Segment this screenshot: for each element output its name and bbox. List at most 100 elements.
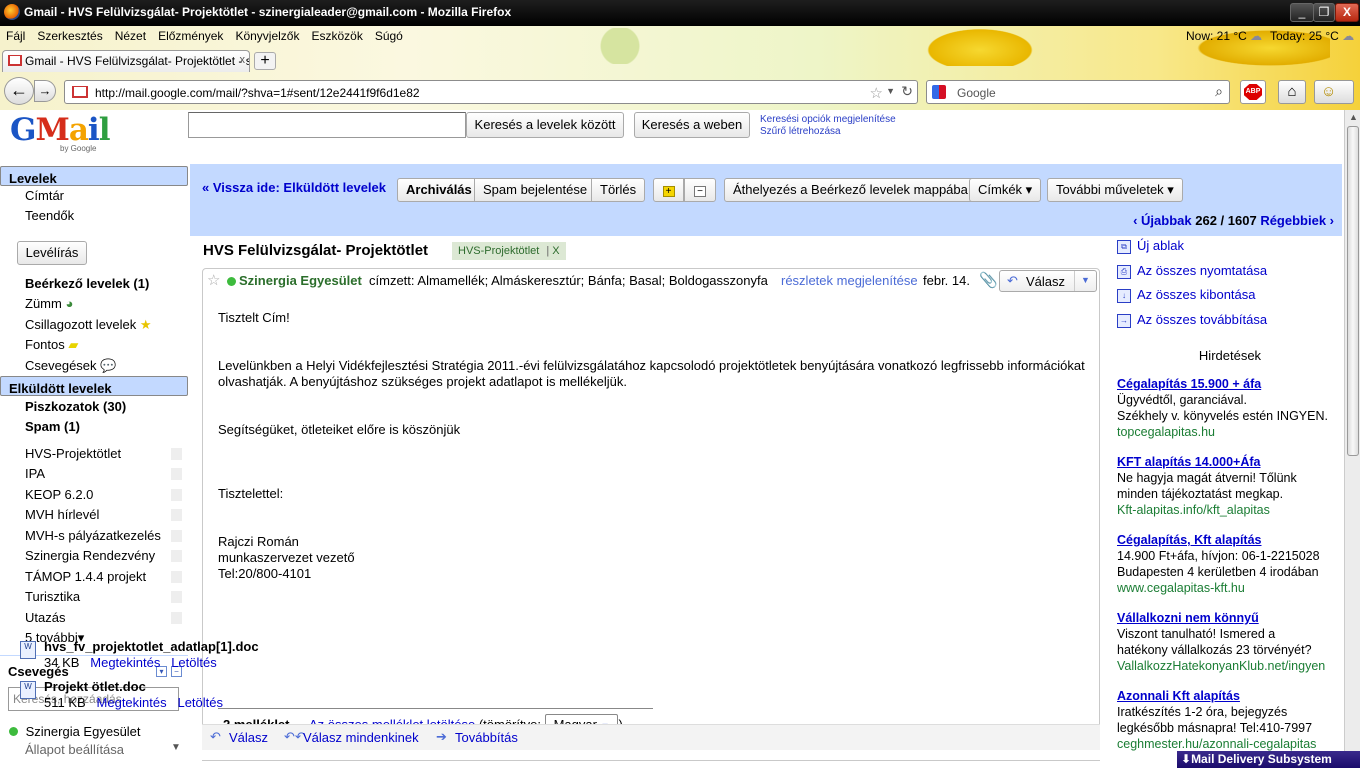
scroll-up-icon[interactable]: ▲ [1349, 112, 1358, 122]
sender-name[interactable]: Szinergia Egyesület [239, 273, 362, 288]
label-color-swatch[interactable] [171, 468, 182, 480]
folder-buzz[interactable]: Zümm ◕ [0, 294, 188, 314]
show-details-link[interactable]: részletek megjelenítése [781, 273, 918, 288]
compose-button[interactable]: Levélírás [17, 241, 87, 265]
forward-all-link[interactable]: Az összes továbbítása [1137, 312, 1267, 327]
tab-gmail[interactable]: Gmail - HVS Felülvizsgálat- Projektötlet… [2, 50, 250, 72]
ad-item[interactable]: Cégalapítás, Kft alapítás 14.900 Ft+áfa,… [1117, 532, 1343, 596]
ad-item[interactable]: Azonnali Kft alapítás Iratkészítés 1-2 ó… [1117, 688, 1343, 752]
reply-dropdown-icon[interactable]: ▼ [1081, 275, 1090, 285]
label-keop[interactable]: KEOP 6.2.0 [0, 485, 188, 505]
label-remove-icon[interactable]: X [552, 245, 559, 257]
menu-file[interactable]: Fájl [0, 28, 31, 46]
chat-contact[interactable]: Szinergia Egyesület [9, 724, 141, 739]
ad-item[interactable]: KFT alapítás 14.000+Áfa Ne hagyja magát … [1117, 454, 1343, 518]
create-filter-link[interactable]: Szűrő létrehozása [760, 126, 896, 138]
label-szinergia-rendezveny[interactable]: Szinergia Rendezvény [0, 546, 188, 566]
bookmark-star-icon[interactable]: ☆ [870, 84, 883, 102]
footer-reply-link[interactable]: Válasz [229, 730, 268, 745]
search-mail-button[interactable]: Keresés a levelek között [466, 112, 624, 138]
label-color-swatch[interactable] [171, 530, 182, 542]
ad-title[interactable]: KFT alapítás 14.000+Áfa [1117, 454, 1343, 470]
search-icon[interactable]: ⌕ [1215, 83, 1223, 100]
new-window-link[interactable]: Új ablak [1137, 238, 1184, 253]
ad-item[interactable]: Cégalapítás 15.900 + áfa Ügyvédtől, gara… [1117, 376, 1343, 440]
view-attachment-link[interactable]: Megtekintés [97, 695, 167, 710]
label-color-swatch[interactable] [171, 448, 182, 460]
star-toggle-icon[interactable]: ☆ [207, 271, 220, 289]
more-actions-dropdown[interactable]: További műveletek ▾ [1047, 178, 1183, 202]
menu-history[interactable]: Előzmények [152, 28, 229, 46]
folder-sent[interactable]: Elküldött levelek [0, 376, 188, 396]
footer-forward-link[interactable]: Továbbítás [455, 730, 518, 745]
maximize-button[interactable]: ❐ [1313, 3, 1335, 22]
url-bar[interactable]: http://mail.google.com/mail/?shva=1#sent… [64, 80, 918, 104]
minimize-button[interactable]: _ [1290, 3, 1314, 22]
ad-item[interactable]: Vállalkozni nem könnyű Viszont tanulható… [1117, 610, 1343, 674]
move-to-inbox-button[interactable]: Áthelyezés a Beérkező levelek mappába [724, 178, 977, 202]
label-mvh-hirlevel[interactable]: MVH hírlevél [0, 505, 188, 525]
message-label-chip[interactable]: HVS-Projektötlet | X [452, 242, 566, 260]
gmail-logo[interactable]: GMail [10, 112, 110, 148]
label-hvs-projektotlet[interactable]: HVS-Projektötlet [0, 444, 188, 464]
ad-title[interactable]: Cégalapítás, Kft alapítás [1117, 532, 1343, 548]
adblock-plus-button[interactable]: ABP [1240, 80, 1266, 104]
mark-important-button[interactable]: + [653, 178, 684, 202]
labels-dropdown[interactable]: Címkék ▾ [969, 178, 1042, 202]
menu-help[interactable]: Súgó [369, 28, 409, 46]
tab-close-icon[interactable]: x [240, 54, 246, 66]
home-button[interactable]: ⌂ [1278, 80, 1306, 104]
folder-starred[interactable]: Csillagozott levelek ★ [0, 315, 188, 335]
print-all-link[interactable]: Az összes nyomtatása [1137, 263, 1267, 278]
chat-notification[interactable]: ⬇Mail Delivery Subsystem [1177, 751, 1360, 768]
menu-bookmarks[interactable]: Könyvjelzők [229, 28, 305, 46]
status-setter[interactable]: Állapot beállítása ▼ [25, 742, 181, 757]
ad-title[interactable]: Azonnali Kft alapítás [1117, 688, 1343, 704]
expand-all-link[interactable]: Az összes kibontása [1137, 287, 1256, 302]
download-attachment-link[interactable]: Letöltés [171, 655, 217, 670]
label-utazas[interactable]: Utazás [0, 608, 188, 628]
archive-button[interactable]: Archiválás [397, 178, 481, 202]
back-button[interactable]: ← [4, 77, 34, 105]
web-search-bar[interactable]: Google ⌕ [926, 80, 1230, 104]
back-to-sent-link[interactable]: « Vissza ide: Elküldött levelek [202, 180, 386, 195]
ad-title[interactable]: Vállalkozni nem könnyű [1117, 610, 1343, 626]
nav-contacts[interactable]: Címtár [0, 186, 188, 206]
search-options-link[interactable]: Keresési opciók megjelenítése [760, 114, 896, 126]
mail-search-input[interactable] [188, 112, 466, 138]
folder-spam[interactable]: Spam (1) [0, 417, 188, 437]
nav-mail[interactable]: Levelek [0, 166, 188, 186]
label-tamop[interactable]: TÁMOP 1.4.4 projekt [0, 567, 188, 587]
label-color-swatch[interactable] [171, 509, 182, 521]
nav-tasks[interactable]: Teendők [0, 206, 188, 226]
label-color-swatch[interactable] [171, 571, 182, 583]
newer-link[interactable]: ‹ Újabbak [1133, 213, 1192, 228]
label-color-swatch[interactable] [171, 591, 182, 603]
weather-today[interactable]: Today: 25 °C ☁ [1270, 29, 1354, 43]
label-color-swatch[interactable] [171, 550, 182, 562]
label-ipa[interactable]: IPA [0, 464, 188, 484]
reload-icon[interactable]: ↻ [901, 83, 913, 100]
folder-chats[interactable]: Csevegések 💬 [0, 356, 188, 376]
label-color-swatch[interactable] [171, 612, 182, 624]
delete-button[interactable]: Törlés [591, 178, 646, 202]
view-attachment-link[interactable]: Megtekintés [90, 655, 160, 670]
folder-important[interactable]: Fontos ▰ [0, 335, 188, 355]
weather-now[interactable]: Now: 21 °C ☁ [1186, 29, 1262, 43]
folder-drafts[interactable]: Piszkozatok (30) [0, 397, 188, 417]
new-tab-button[interactable]: + [254, 52, 276, 70]
folder-inbox[interactable]: Beérkező levelek (1) [0, 274, 188, 294]
older-link[interactable]: Régebbiek › [1260, 213, 1334, 228]
url-dropdown-icon[interactable]: ▼ [886, 86, 895, 96]
forward-button[interactable]: → [34, 80, 56, 102]
download-attachment-link[interactable]: Letöltés [177, 695, 223, 710]
report-spam-button[interactable]: Spam bejelentése [474, 178, 597, 202]
reply-button[interactable]: ↶ Válasz ▼ [999, 270, 1097, 292]
ad-title[interactable]: Cégalapítás 15.900 + áfa [1117, 376, 1343, 392]
label-color-swatch[interactable] [171, 489, 182, 501]
mark-unimportant-button[interactable]: − [684, 178, 716, 202]
menu-view[interactable]: Nézet [109, 28, 152, 46]
menu-edit[interactable]: Szerkesztés [31, 28, 108, 46]
footer-reply-all-link[interactable]: Válasz mindenkinek [303, 730, 419, 745]
addon-button[interactable]: ☺▼ [1314, 80, 1354, 120]
